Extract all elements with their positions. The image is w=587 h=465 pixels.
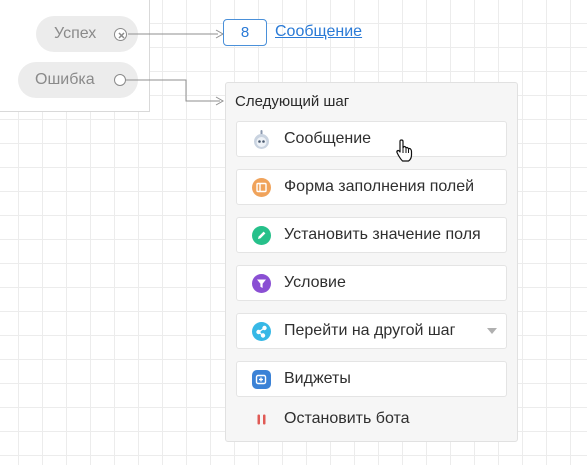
form-icon [252,178,271,197]
pause-icon [252,410,271,429]
menu-item-label: Условие [284,274,346,291]
menu-item-goto-step[interactable]: Перейти на другой шаг [236,313,507,349]
menu-item-label: Виджеты [284,370,351,387]
outlet-success[interactable]: Успех [36,16,138,52]
menu-item-set-field[interactable]: Установить значение поля [236,217,507,253]
share-icon [252,322,271,341]
step-link[interactable]: Сообщение [275,23,362,41]
pencil-icon [252,226,271,245]
empty-circle-icon[interactable] [114,74,126,86]
menu-item-widgets[interactable]: Виджеты [236,361,507,397]
menu-item-label: Форма заполнения полей [284,178,475,195]
panel-title: Следующий шаг [235,93,350,110]
outlet-success-label: Успех [54,25,97,42]
menu-item-form[interactable]: Форма заполнения полей [236,169,507,205]
menu-item-label: Остановить бота [284,410,410,427]
menu-item-label: Перейти на другой шаг [284,322,456,339]
menu-item-stop-bot[interactable]: Остановить бота [236,401,507,437]
menu-item-condition[interactable]: Условие [236,265,507,301]
step-number-badge[interactable]: 8 [223,19,267,46]
menu-item-label: Установить значение поля [284,226,481,243]
widget-icon [252,370,271,389]
next-step-panel: Следующий шаг Сообщение Форма заполнения… [225,82,518,442]
menu-item-label: Сообщение [284,130,372,147]
chevron-down-icon[interactable] [487,328,497,334]
outlet-error-label: Ошибка [35,71,95,88]
outlet-error[interactable]: Ошибка [18,62,138,98]
filter-icon [252,274,271,293]
x-circle-icon[interactable] [114,28,127,41]
menu-item-message[interactable]: Сообщение [236,121,507,157]
robot-icon [252,130,271,149]
